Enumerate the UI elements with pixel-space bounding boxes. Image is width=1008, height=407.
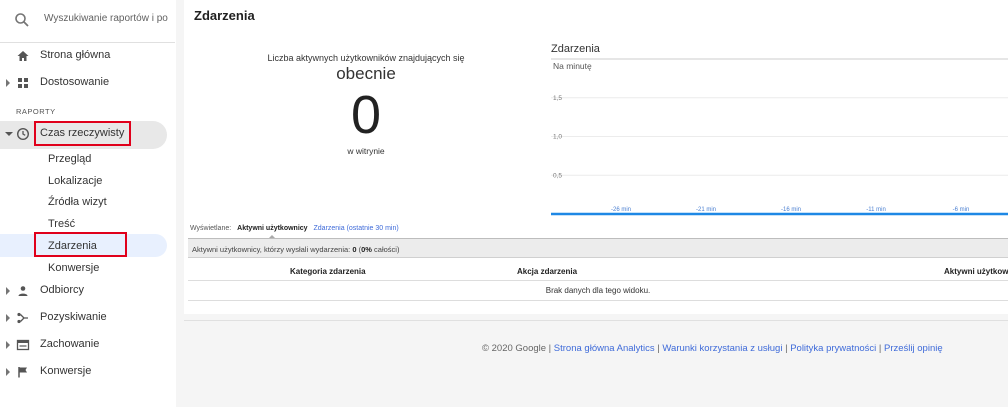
clock-icon	[16, 127, 30, 141]
sidebar: Strona główna Dostosowanie RAPORTY Czas …	[0, 0, 175, 407]
search-icon	[15, 13, 29, 27]
sidebar-subitem-traffic-sources[interactable]: Źródła wizyt	[48, 196, 107, 208]
sidebar-item-acquisition[interactable]: Pozyskiwanie	[0, 306, 175, 330]
search-input[interactable]	[44, 13, 170, 24]
highlight-box	[34, 121, 131, 146]
sidebar-item-label: Zachowanie	[40, 338, 100, 350]
x-tick-label: -26 min	[611, 207, 631, 213]
info-text: Aktywni użytkownicy, którzy wysłali wyda…	[192, 245, 351, 254]
tab-active-users[interactable]: Aktywni użytkownicy	[237, 225, 307, 232]
tabs-prefix: Wyświetlane:	[190, 225, 232, 232]
acquisition-icon	[17, 312, 28, 324]
footer-link-terms[interactable]: Warunki korzystania z usługi	[662, 343, 782, 354]
view-tabs: Wyświetlane: Aktywni użytkownicy Zdarzen…	[190, 225, 399, 232]
person-icon	[18, 286, 28, 296]
sidebar-item-label: Dostosowanie	[40, 76, 110, 88]
footer-divider	[184, 320, 1008, 321]
chevron-right-icon	[6, 341, 10, 349]
chevron-right-icon	[6, 287, 10, 295]
active-users-title: Liczba aktywnych użytkowników znajdujący…	[267, 53, 465, 63]
sidebar-item-label: Odbiorcy	[40, 284, 85, 296]
sidebar-subitem-locations[interactable]: Lokalizacje	[48, 175, 102, 187]
info-count: 0	[352, 245, 357, 254]
column-header-action[interactable]: Akcja zdarzenia	[517, 267, 577, 276]
footer-link-analytics-home[interactable]: Strona główna Analytics	[554, 343, 655, 354]
table-empty-message: Brak danych dla tego widoku.	[188, 281, 1008, 301]
table-header: Kategoria zdarzenia Akcja zdarzenia Akty…	[188, 262, 1008, 281]
report-search	[0, 0, 175, 43]
footer-link-privacy[interactable]: Polityka prywatności	[790, 343, 876, 354]
sidebar-subitem-conversions[interactable]: Konwersje	[48, 262, 99, 274]
chevron-right-icon	[6, 368, 10, 376]
sidebar-item-conversions[interactable]: Konwersje	[0, 360, 175, 384]
footer-separator: |	[546, 343, 554, 354]
sidebar-item-label: Strona główna	[40, 49, 111, 61]
info-bar: Aktywni użytkownicy, którzy wysłali wyda…	[188, 238, 1008, 258]
flag-icon	[18, 367, 27, 378]
footer-link-feedback[interactable]: Prześlij opinię	[884, 343, 943, 354]
chevron-down-icon	[5, 132, 13, 136]
sidebar-item-home[interactable]: Strona główna	[0, 44, 175, 68]
sidebar-item-audience[interactable]: Odbiorcy	[0, 279, 175, 303]
y-tick-label: 0,5	[553, 172, 562, 179]
y-tick-label: 1,0	[553, 134, 562, 141]
x-tick-label: -11 min	[866, 207, 886, 213]
chart-title: Zdarzenia	[551, 43, 600, 55]
chevron-right-icon	[6, 79, 10, 87]
x-tick-label: -21 min	[696, 207, 716, 213]
y-tick-label: 1,5	[553, 95, 562, 102]
behavior-icon	[16, 339, 30, 351]
footer-separator: |	[876, 343, 885, 354]
footer-copyright: © 2020 Google	[482, 343, 547, 354]
x-tick-label: -6 min	[953, 207, 970, 213]
sidebar-item-customization[interactable]: Dostosowanie	[0, 71, 175, 95]
events-chart: 1,5 1,0 0,5 -26 min -21 min -16 min -11 min -6 …	[551, 58, 1008, 216]
sidebar-item-behavior[interactable]: Zachowanie	[0, 333, 175, 357]
column-header-active-users[interactable]: Aktywni użytkow	[944, 267, 1008, 276]
reports-section-label: RAPORTY	[16, 107, 56, 116]
sidebar-subitem-overview[interactable]: Przegląd	[48, 153, 91, 165]
highlight-box	[34, 232, 127, 257]
x-tick-label: -16 min	[781, 207, 801, 213]
column-header-category[interactable]: Kategoria zdarzenia	[290, 267, 366, 276]
page-title: Zdarzenia	[194, 8, 255, 23]
active-users-now-label: obecnie	[336, 64, 396, 83]
tab-events-last-30-min[interactable]: Zdarzenia (ostatnie 30 min)	[314, 225, 399, 232]
dashboard-icon	[18, 78, 28, 88]
footer: © 2020 Google | Strona główna Analytics …	[482, 343, 943, 354]
chevron-right-icon	[6, 314, 10, 322]
sidebar-subitem-content[interactable]: Treść	[48, 218, 75, 230]
sidebar-item-label: Pozyskiwanie	[40, 311, 107, 323]
active-users-where-label: w witrynie	[347, 146, 385, 156]
info-pct-rest: całości)	[371, 245, 400, 254]
info-pct: 0%	[361, 245, 372, 254]
active-users-count: 0	[350, 85, 382, 145]
sidebar-item-label: Konwersje	[40, 365, 92, 377]
home-icon	[17, 51, 29, 61]
